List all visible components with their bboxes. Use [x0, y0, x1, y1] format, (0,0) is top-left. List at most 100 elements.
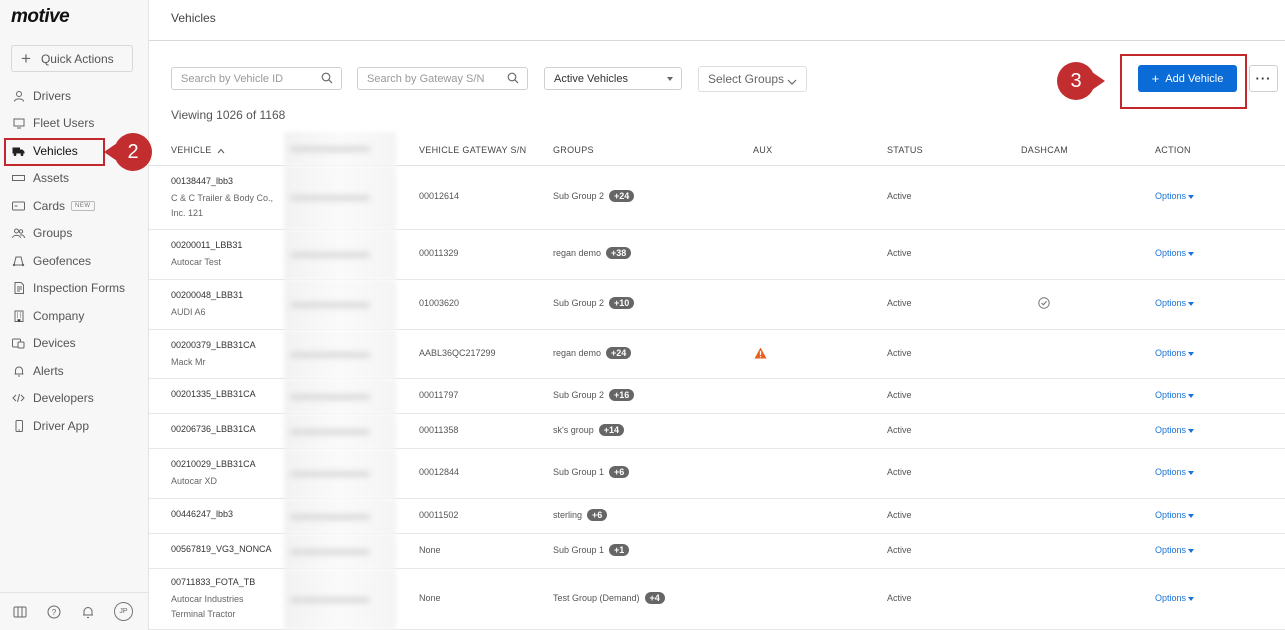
group-count-badge[interactable]: +38: [606, 247, 632, 259]
vehicle-number[interactable]: 00201335_LBB31CA: [171, 389, 256, 399]
options-dropdown[interactable]: Options: [1155, 425, 1195, 435]
column-header-dashcam[interactable]: DASHCAM: [1021, 145, 1068, 155]
sidebar-item-inspection-forms[interactable]: Inspection Forms: [0, 275, 148, 303]
gateway-search-input[interactable]: Search by Gateway S/N: [357, 67, 528, 90]
quick-actions-button[interactable]: + Quick Actions: [11, 45, 133, 72]
table-row[interactable]: 00446247_lbb3 00011502 sterling +6 Active Opt…: [149, 499, 1285, 534]
license-plate-blurred: [284, 230, 396, 280]
vehicle-number[interactable]: 00567819_VG3_NONCA: [171, 544, 272, 554]
column-header-groups[interactable]: GROUPS: [553, 145, 594, 155]
group-name: Sub Group 1: [553, 467, 605, 477]
notification-bell-icon[interactable]: [80, 604, 96, 620]
group-count-badge[interactable]: +1: [609, 544, 630, 556]
column-header-status[interactable]: STATUS: [887, 145, 923, 155]
vehicle-number[interactable]: 00138447_lbb3: [171, 176, 233, 186]
table-row[interactable]: 00200048_LBB31 AUDI A6 01003620 Sub Group 2…: [149, 280, 1285, 330]
plus-icon: +: [21, 49, 31, 68]
options-dropdown[interactable]: Options: [1155, 510, 1195, 520]
blurred-content: [290, 302, 370, 308]
blurred-content: [290, 513, 370, 520]
map-icon[interactable]: [12, 604, 28, 620]
group-count-badge[interactable]: +4: [644, 592, 665, 604]
options-dropdown[interactable]: Options: [1155, 390, 1195, 400]
table-row[interactable]: 00206736_LBB31CA 00011358 sk's group +14 Act…: [149, 414, 1285, 449]
sidebar-item-label: Driver App: [33, 418, 90, 433]
group-name: sterling: [553, 510, 583, 520]
gateway-serial: 00011329: [419, 248, 459, 258]
vehicle-number[interactable]: 00446247_lbb3: [171, 509, 233, 519]
options-label: Options: [1155, 298, 1187, 308]
table-row[interactable]: 00201335_LBB31CA 00011797 Sub Group 2 +16 Ac…: [149, 379, 1285, 414]
vehicle-status-select[interactable]: Active Vehicles: [544, 67, 682, 90]
options-dropdown[interactable]: Options: [1155, 545, 1195, 555]
building-icon: [12, 309, 25, 322]
options-dropdown[interactable]: Options: [1155, 248, 1195, 258]
sidebar-item-developers[interactable]: Developers: [0, 385, 148, 413]
options-dropdown[interactable]: Options: [1155, 593, 1195, 603]
vehicle-number[interactable]: 00200011_LBB31: [171, 240, 242, 250]
more-options-button[interactable]: ···: [1249, 65, 1278, 92]
vehicle-id-search-input[interactable]: Search by Vehicle ID: [171, 67, 342, 90]
table-row[interactable]: 00200379_LBB31CA Mack Mr AABL36QC217299 reg…: [149, 330, 1285, 379]
sidebar-item-geofences[interactable]: Geofences: [0, 247, 148, 275]
group-count-badge[interactable]: +6: [609, 466, 630, 478]
page-title: Vehicles: [171, 11, 216, 25]
motive-logo[interactable]: motive: [11, 6, 70, 28]
group-count-badge[interactable]: +24: [609, 190, 635, 202]
help-icon[interactable]: ?: [46, 604, 62, 620]
blurred-content: [290, 548, 370, 555]
sidebar-item-drivers[interactable]: Drivers: [0, 82, 148, 110]
sidebar-item-company[interactable]: Company: [0, 302, 148, 330]
warning-icon[interactable]: [754, 347, 767, 361]
callout-step-3: 3: [1057, 62, 1105, 100]
sidebar-item-driver-app[interactable]: Driver App: [0, 412, 148, 440]
options-dropdown[interactable]: Options: [1155, 348, 1195, 358]
group-cell: Sub Group 2 +24: [553, 190, 635, 202]
column-header-vehicle[interactable]: VEHICLE: [171, 145, 225, 155]
group-count-badge[interactable]: +6: [587, 509, 608, 521]
table-row[interactable]: 00210029_LBB31CA Autocar XD 00012844 Sub Gr…: [149, 449, 1285, 499]
sidebar-item-label: Alerts: [33, 363, 64, 378]
table-row[interactable]: 00711833_FOTA_TB Autocar Industries Termin…: [149, 569, 1285, 630]
group-count-badge[interactable]: +24: [606, 347, 632, 359]
gateway-serial: AABL36QC217299: [419, 348, 496, 358]
vehicle-status-value: Active Vehicles: [554, 72, 628, 85]
status-text: Active: [887, 510, 912, 520]
table-row[interactable]: 00200011_LBB31 Autocar Test 00011329 regan …: [149, 230, 1285, 280]
table-row[interactable]: 00138447_lbb3 C & C Trailer & Body Co., In…: [149, 166, 1285, 230]
vehicle-number[interactable]: 00200048_LBB31: [171, 290, 243, 300]
table-body: 00138447_lbb3 C & C Trailer & Body Co., In…: [149, 166, 1285, 630]
group-name: Sub Group 1: [553, 545, 605, 555]
sidebar-item-cards[interactable]: Cards NEW: [0, 192, 148, 220]
vehicle-number[interactable]: 00200379_LBB31CA: [171, 340, 256, 350]
blurred-content: [290, 428, 370, 435]
sidebar-item-alerts[interactable]: Alerts: [0, 357, 148, 385]
column-header-gateway[interactable]: VEHICLE GATEWAY S/N: [419, 145, 526, 155]
sidebar-item-groups[interactable]: Groups: [0, 220, 148, 248]
group-name: regan demo: [553, 348, 602, 358]
group-count-badge[interactable]: +10: [609, 297, 635, 309]
topbar: Vehicles: [149, 0, 1285, 41]
add-vehicle-button[interactable]: + Add Vehicle: [1138, 65, 1237, 92]
vehicle-number[interactable]: 00210029_LBB31CA: [171, 459, 256, 469]
blurred-content: [290, 146, 370, 152]
vehicle-number[interactable]: 00711833_FOTA_TB: [171, 577, 255, 587]
vehicle-number[interactable]: 00206736_LBB31CA: [171, 424, 256, 434]
options-dropdown[interactable]: Options: [1155, 298, 1195, 308]
status-text: Active: [887, 545, 912, 555]
options-label: Options: [1155, 390, 1187, 400]
options-dropdown[interactable]: Options: [1155, 191, 1195, 201]
quick-actions-label: Quick Actions: [40, 51, 114, 66]
group-count-badge[interactable]: +16: [609, 389, 635, 401]
column-header-aux[interactable]: AUX: [753, 145, 772, 155]
group-cell: Sub Group 2 +16: [553, 389, 635, 401]
groups-select[interactable]: Select Groups: [698, 66, 807, 92]
sidebar-item-devices[interactable]: Devices: [0, 330, 148, 358]
avatar[interactable]: JP: [114, 602, 133, 621]
group-count-badge[interactable]: +14: [598, 424, 625, 436]
options-dropdown[interactable]: Options: [1155, 467, 1195, 477]
gateway-serial: 01003620: [419, 298, 460, 308]
sidebar-item-label: Geofences: [33, 253, 92, 268]
table-row[interactable]: 00567819_VG3_NONCA None Sub Group 1 +1 Activ…: [149, 534, 1285, 569]
group-name: Test Group (Demand): [553, 593, 640, 603]
